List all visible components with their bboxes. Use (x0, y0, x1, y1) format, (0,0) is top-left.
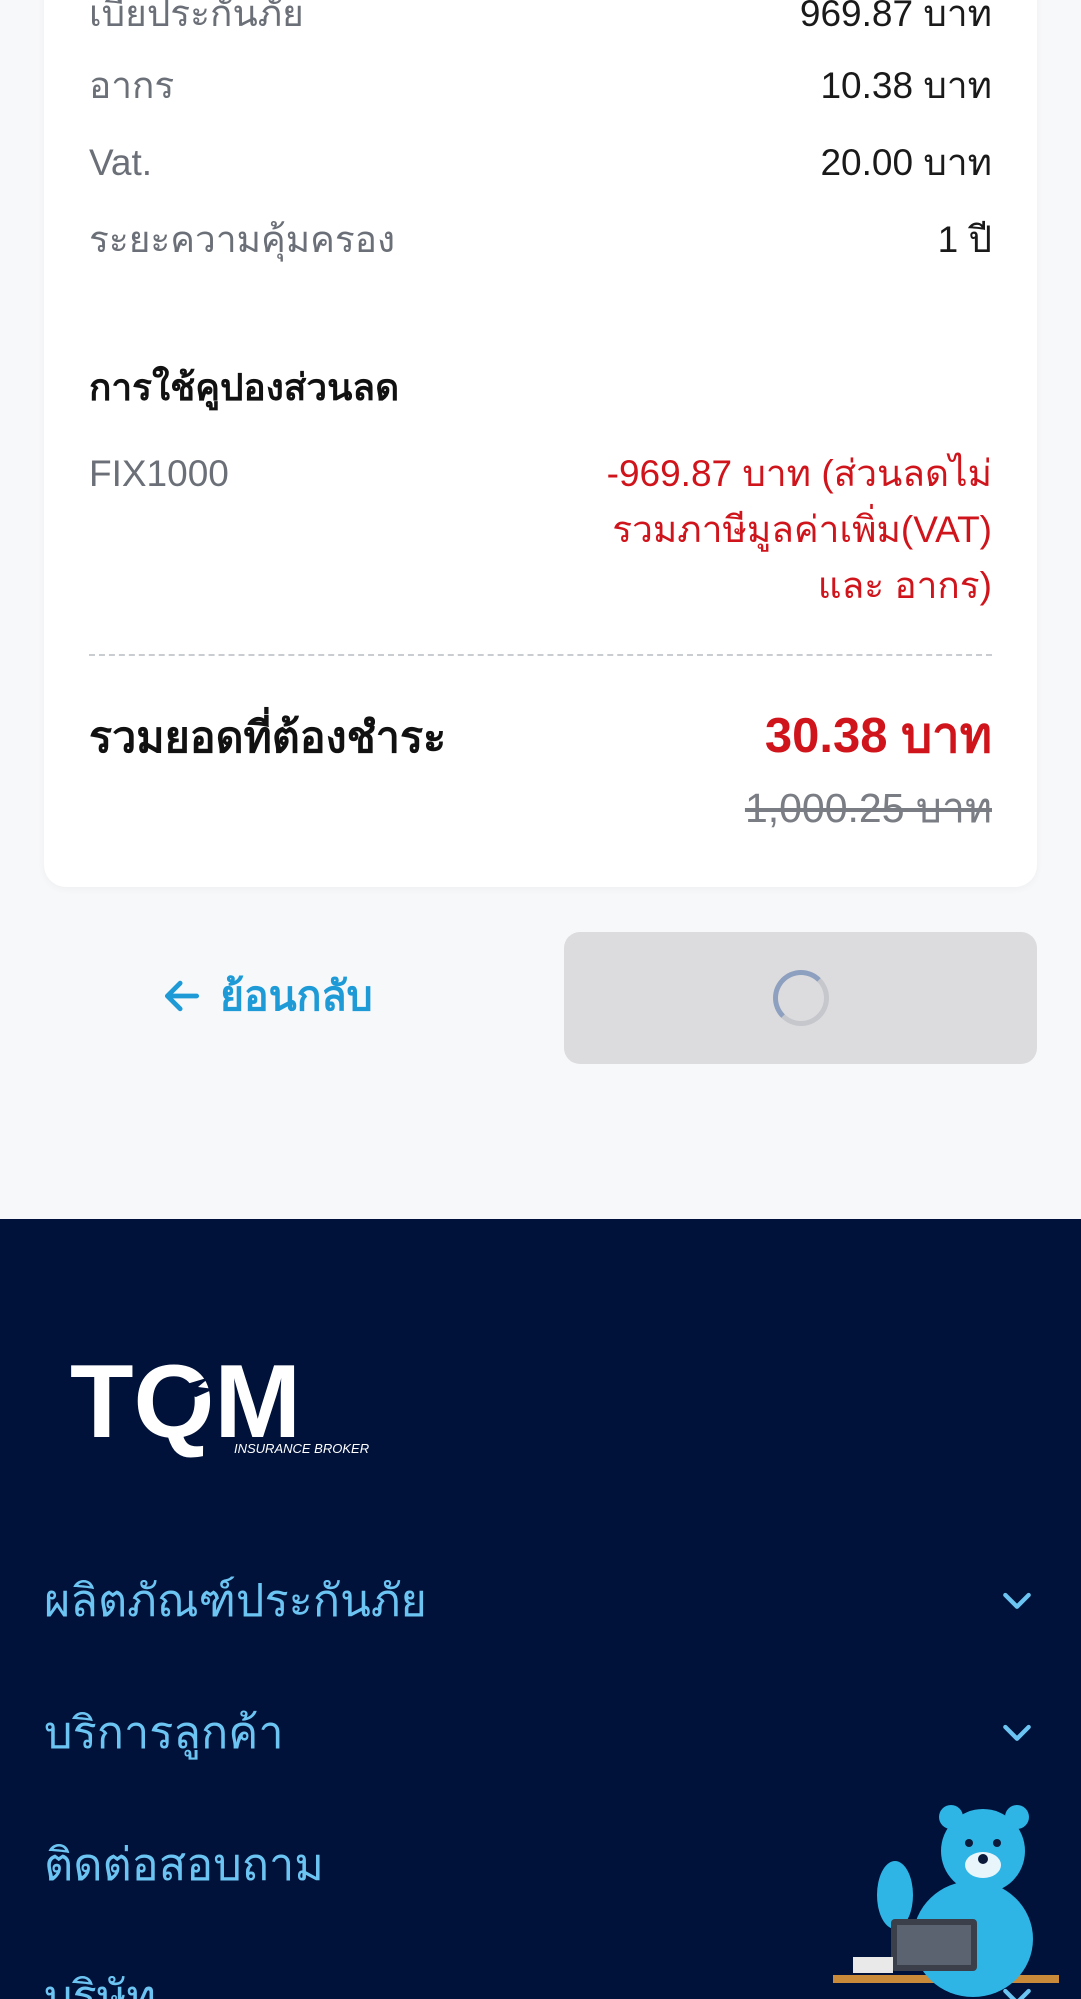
coupon-code: FIX1000 (89, 453, 229, 494)
svg-text:INSURANCE BROKER: INSURANCE BROKER (234, 1441, 369, 1456)
coupon-section-title: การใช้คูปองส่วนลด (89, 367, 400, 408)
total-amount: 30.38 บาท (764, 709, 992, 763)
summary-label: Vat. (89, 142, 153, 183)
summary-row-stamp-duty: อากร 10.38 บาท (89, 62, 992, 110)
site-footer: TQM INSURANCE BROKER ผลิตภัณฑ์ประกันภัย … (0, 1219, 1081, 1999)
submit-button-loading[interactable] (564, 932, 1037, 1064)
coupon-discount: -969.87 บาท (ส่วนลดไม่รวมภาษีมูลค่าเพิ่ม… (606, 453, 992, 606)
summary-value: 969.87 บาท (799, 0, 992, 34)
footer-menu-customer-service[interactable]: บริการลูกค้า (44, 1697, 1037, 1767)
summary-label: ระยะความคุ้มครอง (89, 219, 396, 260)
chevron-down-icon (1003, 1592, 1031, 1609)
arrow-left-icon (164, 980, 200, 1012)
loading-spinner-icon (772, 970, 829, 1026)
summary-label: เบี้ยประกันภัย (89, 0, 304, 34)
footer-menu-label: บริษัท (44, 1971, 157, 1999)
tqm-logo[interactable]: TQM INSURANCE BROKER (70, 1344, 370, 1464)
footer-menu-products[interactable]: ผลิตภัณฑ์ประกันภัย (44, 1565, 1037, 1635)
divider (89, 654, 992, 656)
footer-menu-label: ผลิตภัณฑ์ประกันภัย (44, 1575, 427, 1626)
summary-row-vat: Vat. 20.00 บาท (89, 139, 992, 187)
summary-row-coverage: ระยะความคุ้มครอง 1 ปี (89, 216, 992, 264)
original-amount: 1,000.25 บาท (744, 785, 992, 831)
summary-label: อากร (89, 65, 175, 106)
total-label: รวมยอดที่ต้องชำระ (89, 714, 447, 762)
summary-row-premium: เบี้ยประกันภัย 969.87 บาท (89, 0, 992, 38)
bear-mascot-icon[interactable] (833, 1799, 1063, 1999)
summary-value: 20.00 บาท (820, 142, 992, 183)
footer-menu-label: บริการลูกค้า (44, 1707, 284, 1758)
coupon-row: FIX1000 -969.87 บาท (ส่วนลดไม่รวมภาษีมูล… (89, 446, 992, 614)
summary-value: 1 ปี (937, 219, 992, 260)
back-button-label: ย้อนกลับ (220, 972, 373, 1019)
footer-menu-label: ติดต่อสอบถาม (44, 1839, 324, 1890)
summary-value: 10.38 บาท (820, 65, 992, 106)
chevron-down-icon (1003, 1724, 1031, 1741)
back-button[interactable]: ย้อนกลับ (160, 960, 373, 1032)
